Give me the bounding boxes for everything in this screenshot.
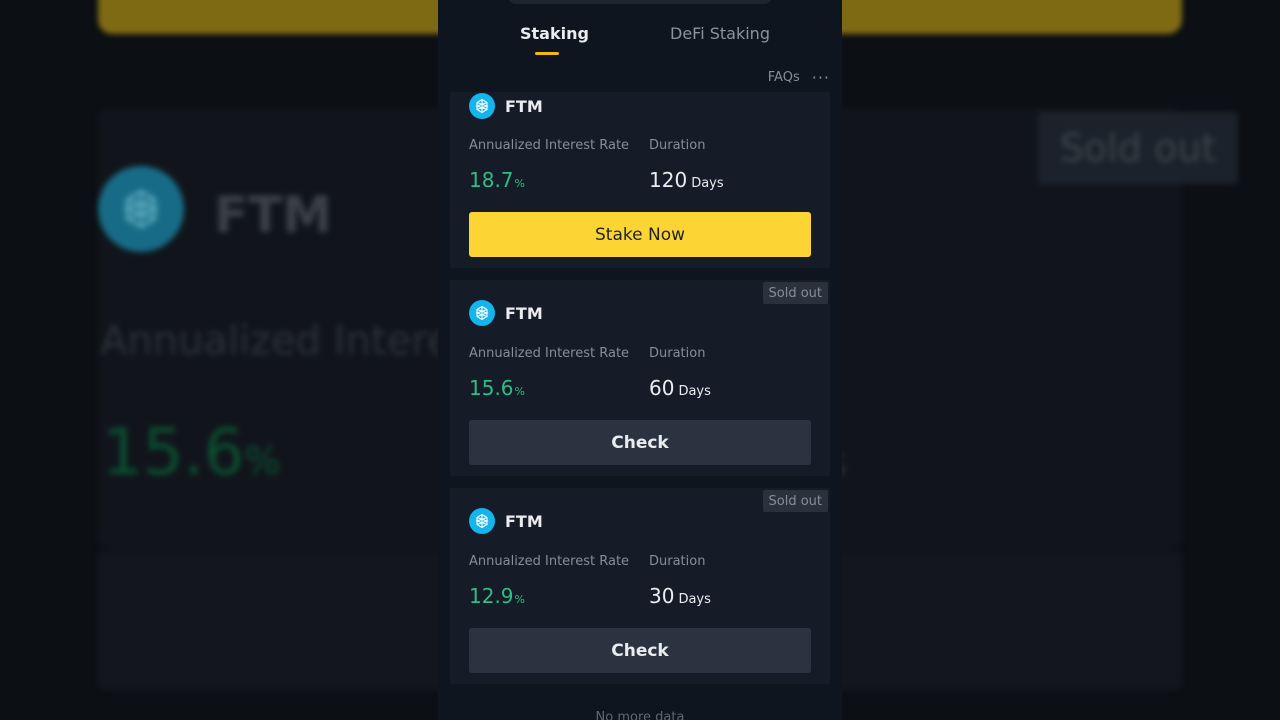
check-button[interactable]: Check xyxy=(469,628,811,673)
sold-out-badge: Sold out xyxy=(762,490,828,512)
active-tab-indicator xyxy=(535,52,559,55)
bg-fantom-icon xyxy=(98,166,184,252)
rate-label: Annualized Interest Rate xyxy=(469,346,630,361)
duration-label: Duration xyxy=(649,346,706,361)
rate-value: 18.7% xyxy=(469,168,525,192)
phone-screen: Staking DeFi Staking FAQs ··· FTM Annual… xyxy=(438,0,842,720)
fantom-icon xyxy=(469,93,495,119)
coin-name: FTM xyxy=(505,511,543,531)
coin-name: FTM xyxy=(505,303,543,323)
check-button[interactable]: Check xyxy=(469,420,811,465)
duration-label: Duration xyxy=(649,554,706,569)
fantom-icon xyxy=(469,508,495,534)
duration-value: 30 Days xyxy=(649,584,711,608)
sold-out-badge: Sold out xyxy=(762,282,828,304)
bg-sold-out-badge: Sold out xyxy=(1038,112,1238,184)
tab-bar: Staking DeFi Staking xyxy=(438,0,842,60)
faq-row: FAQs ··· xyxy=(768,69,830,85)
rate-value: 15.6% xyxy=(469,376,525,400)
coin-row: FTM xyxy=(469,300,543,326)
faq-link[interactable]: FAQs xyxy=(768,70,800,85)
product-card: FTM Annualized Interest Rate Duration 18… xyxy=(450,92,830,268)
duration-value: 120 Days xyxy=(649,168,724,192)
bg-rate-value: 15.6% xyxy=(102,416,281,490)
rate-label: Annualized Interest Rate xyxy=(469,138,630,153)
rate-value: 12.9% xyxy=(469,584,525,608)
more-icon[interactable]: ··· xyxy=(812,69,830,85)
rate-label: Annualized Interest Rate xyxy=(469,554,630,569)
bg-rate-label: Annualized Intere xyxy=(100,318,452,364)
coin-row: FTM xyxy=(469,508,543,534)
product-card: Sold out FTM Annualized Interest Rate Du… xyxy=(450,488,830,684)
tab-defi-staking[interactable]: DeFi Staking xyxy=(670,24,770,43)
bg-coin-name: FTM xyxy=(214,186,333,244)
stake-now-button[interactable]: Stake Now xyxy=(469,212,811,257)
duration-label: Duration xyxy=(649,138,706,153)
fantom-icon xyxy=(469,300,495,326)
no-more-data-text: No more data xyxy=(595,710,685,720)
coin-row: FTM xyxy=(469,93,543,119)
product-card: Sold out FTM Annualized Interest Rate Du… xyxy=(450,280,830,476)
duration-value: 60 Days xyxy=(649,376,711,400)
coin-name: FTM xyxy=(505,96,543,116)
tab-staking[interactable]: Staking xyxy=(520,24,589,43)
